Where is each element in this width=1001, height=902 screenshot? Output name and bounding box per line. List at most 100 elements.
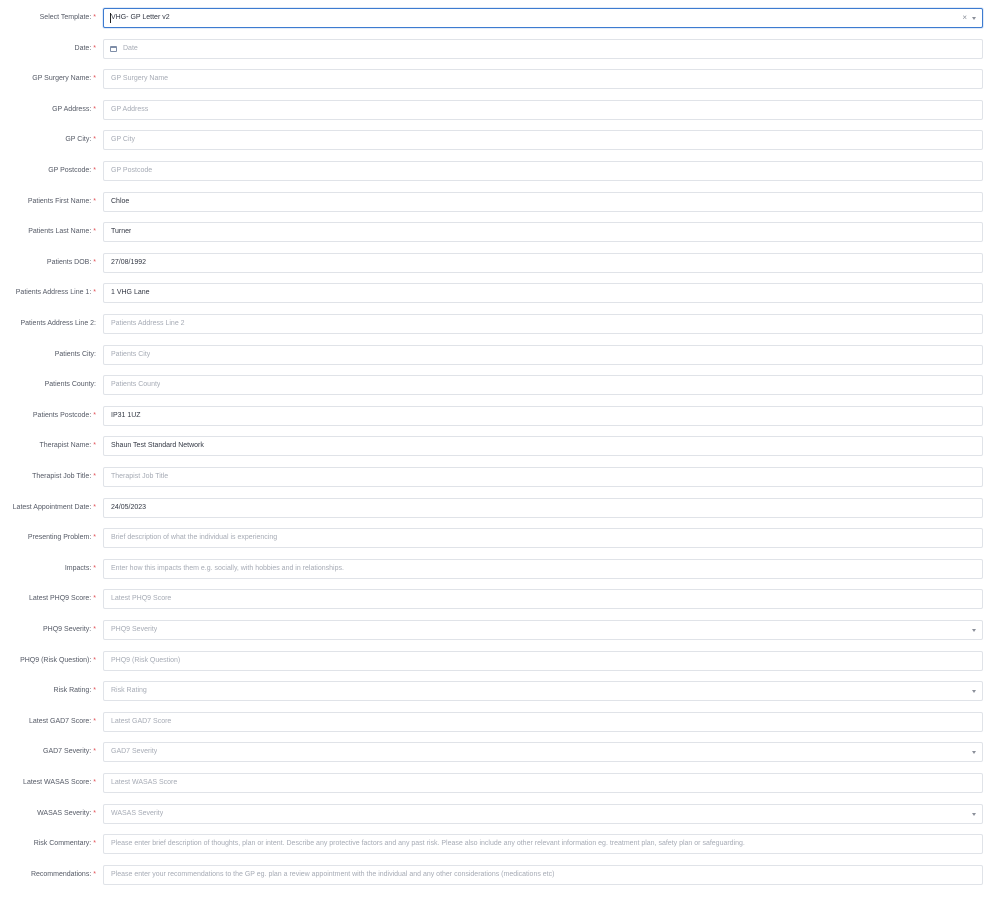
form-row-patients-dob: Patients DOB: * 27/08/1992 [0, 252, 1001, 275]
latest-phq9-score-input[interactable]: Latest PHQ9 Score [103, 589, 983, 610]
risk-commentary-label: Risk Commentary: * [0, 834, 96, 854]
impacts-input[interactable]: Enter how this impacts them e.g. sociall… [103, 558, 983, 579]
form-row-patients-city: Patients City: Patients City [0, 344, 1001, 367]
form-row-latest-wasas-score: Latest WASAS Score: * Latest WASAS Score [0, 773, 1001, 795]
therapist-name-input[interactable]: Shaun Test Standard Network [103, 436, 983, 457]
latest-phq9-score-placeholder: Latest PHQ9 Score [111, 595, 172, 603]
form-row-patients-first-name: Patients First Name: * Chloe [0, 191, 1001, 214]
gad7-severity-select[interactable]: GAD7 Severity [103, 742, 983, 763]
patients-first-name-label: Patients First Name: * [0, 192, 96, 212]
chevron-down-icon[interactable] [972, 751, 976, 755]
required-marker: * [93, 289, 96, 297]
required-marker: * [93, 105, 96, 113]
chevron-down-icon[interactable] [972, 629, 976, 632]
patients-postcode-value: IP31 1UZ [111, 411, 141, 419]
wasas-severity-placeholder: WASAS Severity [111, 809, 164, 817]
required-marker: * [93, 656, 96, 664]
patients-county-input[interactable]: Patients County [103, 375, 983, 396]
patients-county-placeholder: Patients County [111, 381, 161, 389]
form-row-recommendations: Recommendations: * Please enter your recom… [0, 864, 1001, 887]
gp-city-placeholder: GP City [111, 136, 135, 144]
gp-postcode-placeholder: GP Postcode [111, 167, 153, 174]
date-datepicker[interactable]: Date [103, 38, 983, 59]
risk-rating-label: Risk Rating: * [0, 681, 96, 701]
required-marker: * [93, 626, 96, 633]
form-row-phq9-severity: PHQ9 Severity: * PHQ9 Severity [0, 620, 1001, 642]
therapist-job-title-placeholder: Therapist Job Title [111, 473, 169, 480]
gp-address-label-text: GP Address: [52, 105, 92, 113]
patients-city-placeholder: Patients City [111, 350, 151, 358]
required-marker: * [93, 534, 96, 542]
phq9-severity-label: PHQ9 Severity: * [0, 620, 96, 640]
form-row-latest-phq9-score: Latest PHQ9 Score: * Latest PHQ9 Score [0, 589, 1001, 611]
patients-last-name-value: Turner [111, 228, 132, 236]
latest-wasas-score-input[interactable]: Latest WASAS Score [103, 773, 983, 793]
phq9-severity-placeholder: PHQ9 Severity [111, 626, 158, 633]
patients-address-line-2-input[interactable]: Patients Address Line 2 [103, 314, 983, 334]
required-marker: * [93, 14, 96, 21]
required-marker: * [93, 809, 96, 817]
chevron-down-icon[interactable] [972, 812, 976, 816]
patients-first-name-input[interactable]: Chloe [103, 191, 983, 212]
gp-city-input[interactable]: GP City [103, 130, 983, 151]
risk-rating-placeholder: Risk Rating [111, 687, 147, 695]
patients-dob-input[interactable]: 27/08/1992 [103, 252, 983, 273]
patients-postcode-input[interactable]: IP31 1UZ [103, 405, 983, 426]
latest-appointment-date-input[interactable]: 24/05/2023 [103, 497, 983, 518]
gp-postcode-input[interactable]: GP Postcode [103, 161, 983, 181]
chevron-down-icon[interactable] [972, 17, 976, 20]
required-marker: * [93, 840, 96, 848]
form-row-gp-surgery-name: GP Surgery Name: * GP Surgery Name [0, 69, 1001, 91]
latest-gad7-score-input[interactable]: Latest GAD7 Score [103, 711, 983, 732]
impacts-label-text: Impacts: [64, 564, 92, 572]
phq9-severity-select[interactable]: PHQ9 Severity [103, 620, 983, 640]
patients-address-line-1-input[interactable]: 1 VHG Lane [103, 283, 983, 304]
required-marker: * [93, 75, 96, 83]
phq9-risk-question-placeholder: PHQ9 (Risk Question) [111, 656, 181, 664]
select-template-select[interactable]: VHG- GP Letter v2 × [103, 8, 983, 28]
recommendations-label-text: Recommendations: [30, 870, 92, 878]
form-row-gad7-severity: GAD7 Severity: * GAD7 Severity [0, 742, 1001, 764]
required-marker: * [93, 228, 96, 236]
therapist-job-title-input[interactable]: Therapist Job Title [103, 467, 983, 487]
required-marker: * [93, 136, 96, 144]
wasas-severity-select[interactable]: WASAS Severity [103, 803, 983, 824]
latest-phq9-score-label: Latest PHQ9 Score: * [0, 589, 96, 609]
latest-gad7-score-label: Latest GAD7 Score: * [0, 712, 96, 732]
patients-county-label-text: Patients County: [44, 381, 96, 389]
form-row-impacts: Impacts: * Enter how this impacts them e.g… [0, 558, 1001, 581]
text-cursor [110, 13, 111, 23]
gp-address-input[interactable]: GP Address [103, 99, 983, 120]
required-marker: * [93, 503, 96, 511]
form-row-latest-gad7-score: Latest GAD7 Score: * Latest GAD7 Score [0, 711, 1001, 734]
gp-postcode-label: GP Postcode: * [0, 161, 96, 181]
impacts-label: Impacts: * [0, 559, 96, 579]
latest-wasas-score-placeholder: Latest WASAS Score [111, 779, 178, 786]
presenting-problem-label-text: Presenting Problem: [27, 534, 92, 542]
gad7-severity-label: GAD7 Severity: * [0, 742, 96, 762]
form-row-patients-postcode: Patients Postcode: * IP31 1UZ [0, 405, 1001, 428]
patients-dob-label: Patients DOB: * [0, 253, 96, 273]
chevron-down-icon[interactable] [972, 690, 976, 694]
impacts-placeholder: Enter how this impacts them e.g. sociall… [111, 564, 344, 572]
form-row-patients-address-line-2: Patients Address Line 2: Patients Address… [0, 314, 1001, 336]
patients-last-name-input[interactable]: Turner [103, 222, 983, 243]
form-row-gp-postcode: GP Postcode: * GP Postcode [0, 161, 1001, 183]
gp-surgery-name-input[interactable]: GP Surgery Name [103, 69, 983, 90]
required-marker: * [93, 442, 96, 450]
recommendations-input[interactable]: Please enter your recommendations to the… [103, 864, 983, 885]
patients-address-line-2-placeholder: Patients Address Line 2 [111, 320, 185, 327]
form-row-patients-address-line-1: Patients Address Line 1: * 1 VHG Lane [0, 283, 1001, 305]
wasas-severity-label: WASAS Severity: * [0, 804, 96, 824]
therapist-job-title-label-text: Therapist Job Title: [32, 473, 92, 480]
phq9-risk-question-input[interactable]: PHQ9 (Risk Question) [103, 650, 983, 671]
gp-address-placeholder: GP Address [111, 105, 149, 113]
clear-icon[interactable]: × [962, 9, 967, 27]
risk-commentary-input[interactable]: Please enter brief description of though… [103, 834, 983, 855]
patients-city-input[interactable]: Patients City [103, 344, 983, 365]
required-marker: * [93, 411, 96, 419]
latest-gad7-score-label-text: Latest GAD7 Score: [29, 717, 92, 725]
presenting-problem-input[interactable]: Brief description of what the individual… [103, 528, 983, 549]
risk-rating-select[interactable]: Risk Rating [103, 681, 983, 702]
required-marker: * [93, 870, 96, 878]
